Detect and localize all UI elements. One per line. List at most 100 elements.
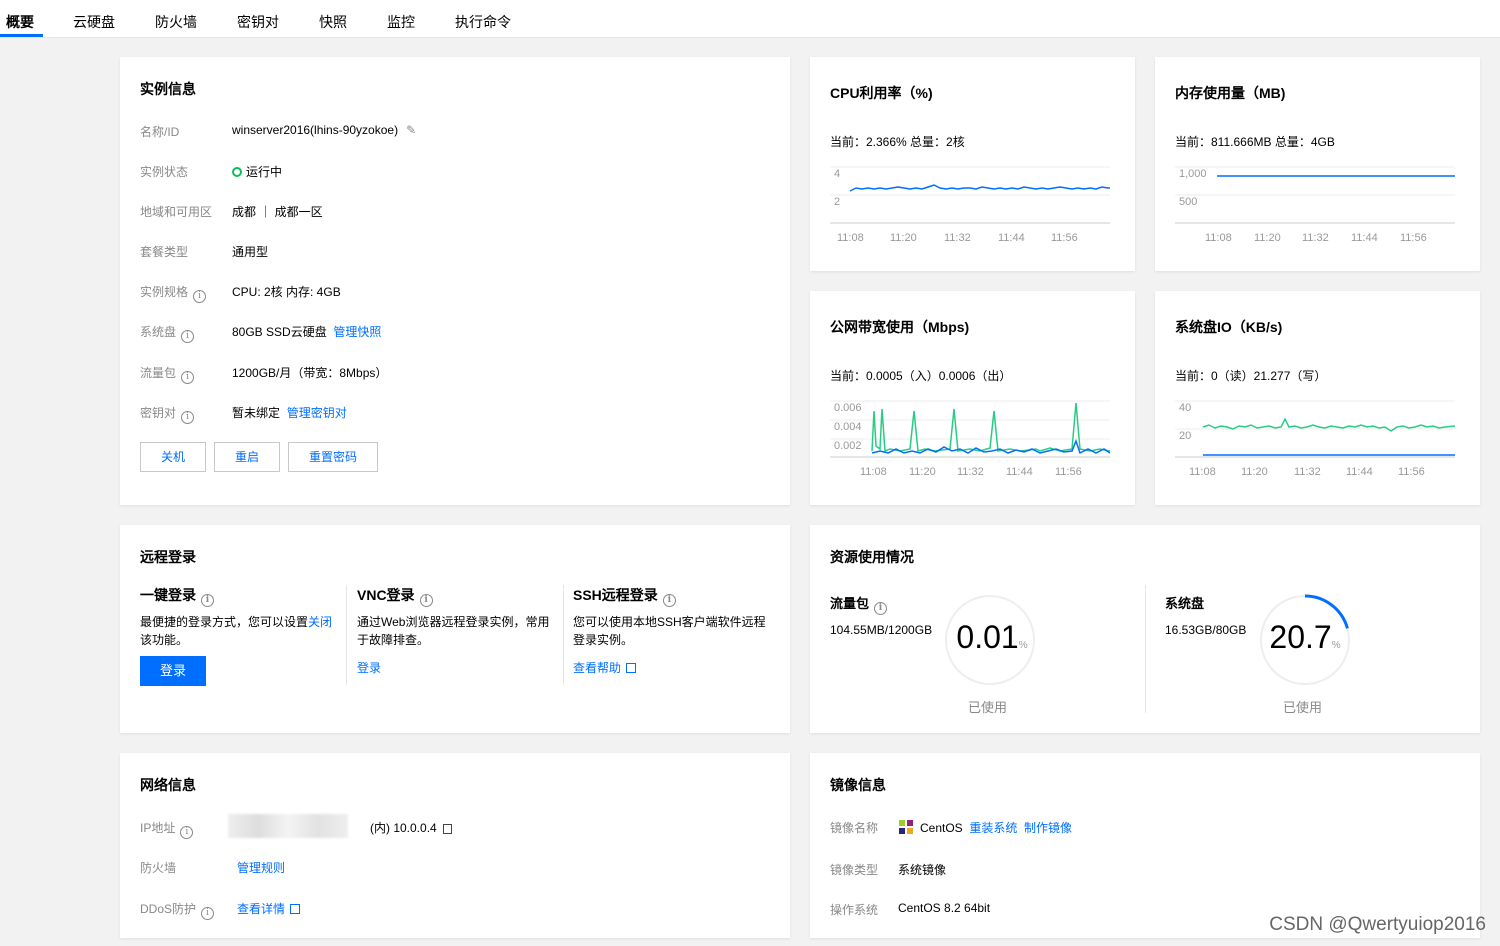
one-click-title: 一键登录 bbox=[140, 587, 196, 603]
ip-row: IP地址 i (内) 10.0.0.4 bbox=[140, 814, 770, 839]
info-icon[interactable]: i bbox=[419, 594, 433, 607]
info-icon[interactable]: i bbox=[181, 371, 195, 384]
plan-label: 套餐类型 bbox=[140, 245, 189, 259]
info-icon[interactable]: i bbox=[874, 602, 888, 615]
disk-used-label: 已使用 bbox=[1283, 700, 1323, 715]
resource-title: 资源使用情况 bbox=[830, 549, 914, 565]
info-icon[interactable]: i bbox=[181, 330, 195, 343]
x-tick: 11:08 bbox=[860, 466, 887, 478]
disk-percent: 20.7% bbox=[1265, 619, 1345, 656]
info-icon[interactable]: i bbox=[201, 594, 214, 607]
manage-snapshot-link[interactable]: 管理快照 bbox=[333, 325, 381, 339]
tab-snapshot[interactable]: 快照 bbox=[319, 12, 347, 32]
info-icon[interactable]: i bbox=[193, 290, 207, 303]
info-icon[interactable]: i bbox=[201, 907, 215, 920]
info-icon[interactable]: i bbox=[181, 411, 195, 424]
os-value: CentOS 8.2 64bit bbox=[898, 901, 991, 915]
ssh-desc: 您可以使用本地SSH客户端软件远程登录实例。 bbox=[573, 615, 766, 647]
one-click-login-button[interactable]: 登录 bbox=[140, 656, 206, 686]
y-tick: 0.004 bbox=[834, 421, 862, 433]
reinstall-system-link[interactable]: 重装系统 bbox=[969, 821, 1017, 835]
bandwidth-card: 公网带宽使用（Mbps) 当前：0.0005（入）0.0006（出） 0.006… bbox=[810, 291, 1135, 505]
restart-button[interactable]: 重启 bbox=[214, 442, 280, 472]
bandwidth-chart: 0.006 0.004 0.002 11:08 11:20 11:32 11:4… bbox=[830, 400, 1111, 478]
network-title: 网络信息 bbox=[140, 777, 196, 793]
x-tick: 11:56 bbox=[1051, 232, 1078, 244]
x-tick: 11:20 bbox=[1241, 466, 1268, 478]
x-tick: 11:44 bbox=[1006, 466, 1033, 478]
cpu-chart: 4 2 11:08 11:20 11:32 11:44 11:56 bbox=[830, 166, 1110, 244]
watermark: CSDN @Qwertyuiop2016 bbox=[1269, 914, 1486, 935]
y-tick: 0.002 bbox=[834, 440, 862, 452]
one-click-desc: 最便捷的登录方式，您可以设置 bbox=[140, 615, 309, 629]
edit-icon[interactable]: ✎ bbox=[406, 123, 416, 137]
network-info-card: 网络信息 IP地址 i (内) 10.0.0.4 防火墙 管理规则 DDoS防护 i… bbox=[120, 753, 790, 938]
copy-icon[interactable] bbox=[442, 824, 452, 834]
x-tick: 11:20 bbox=[909, 466, 936, 478]
disk-io-card: 系统盘IO（KB/s) 当前：0（读）21.277（写） 40 20 11:08… bbox=[1155, 291, 1480, 505]
info-icon[interactable]: i bbox=[662, 594, 676, 607]
x-tick: 11:56 bbox=[1400, 232, 1427, 244]
tab-keypair[interactable]: 密钥对 bbox=[237, 12, 279, 32]
bandwidth-current: 当前：0.0005（入）0.0006（出） bbox=[830, 369, 1012, 383]
keypair-label: 密钥对 bbox=[140, 406, 177, 420]
traffic-row: 流量包 i 1200GB/月（带宽：8Mbps） bbox=[140, 364, 770, 384]
bandwidth-title: 公网带宽使用（Mbps) bbox=[830, 319, 970, 335]
name-label: 名称/ID bbox=[140, 125, 180, 139]
vnc-desc: 通过Web浏览器远程登录实例，常用于故障排查。 bbox=[357, 615, 550, 647]
reset-password-button[interactable]: 重置密码 bbox=[288, 442, 378, 472]
x-tick: 11:44 bbox=[1351, 232, 1378, 244]
ssh-help-link[interactable]: 查看帮助 bbox=[573, 659, 637, 676]
image-info-card: 镜像信息 镜像名称 CentOS 重装系统 制作镜像 镜像类型 系统镜像 操作系… bbox=[810, 753, 1480, 938]
one-click-desc-tail: 该功能。 bbox=[140, 633, 189, 647]
status-label: 实例状态 bbox=[140, 165, 189, 179]
status-row: 实例状态 运行中 bbox=[140, 163, 770, 183]
cpu-series-line bbox=[849, 184, 1110, 192]
traffic-percent-value: 0.01 bbox=[956, 619, 1019, 655]
disk-usage-title: 系统盘 bbox=[1165, 596, 1205, 611]
column-divider bbox=[346, 585, 347, 685]
disk-row: 系统盘 i 80GB SSD云硬盘 管理快照 bbox=[140, 323, 770, 343]
x-tick: 11:44 bbox=[1346, 466, 1373, 478]
image-name-label: 镜像名称 bbox=[830, 821, 879, 835]
percent-unit: % bbox=[1018, 640, 1028, 651]
plan-row: 套餐类型 通用型 bbox=[140, 243, 770, 263]
public-ip-redacted bbox=[228, 814, 348, 838]
make-image-link[interactable]: 制作镜像 bbox=[1024, 821, 1072, 835]
vnc-title: VNC登录 bbox=[357, 587, 415, 603]
x-tick: 11:08 bbox=[1189, 466, 1216, 478]
cpu-usage-card: CPU利用率（%) 当前：2.366% 总量：2核 4 2 11:08 11:2… bbox=[810, 57, 1135, 271]
active-tab-indicator bbox=[0, 34, 43, 37]
close-feature-link[interactable]: 关闭 bbox=[308, 615, 332, 629]
spec-row: 实例规格 i CPU: 2核 内存: 4GB bbox=[140, 283, 770, 303]
traffic-usage-title: 流量包 i bbox=[830, 593, 888, 615]
manage-rules-link[interactable]: 管理规则 bbox=[237, 859, 285, 876]
ddos-details-link[interactable]: 查看详情 bbox=[237, 900, 301, 917]
x-tick: 11:56 bbox=[1398, 466, 1425, 478]
image-type-label: 镜像类型 bbox=[830, 863, 879, 877]
instance-info-card: 实例信息 名称/ID winserver2016(lhins-90yzokoe)… bbox=[120, 57, 790, 505]
traffic-percent: 0.01% bbox=[952, 619, 1032, 656]
diskio-current: 当前：0（读）21.277（写） bbox=[1175, 369, 1327, 383]
vnc-login-link[interactable]: 登录 bbox=[357, 659, 381, 676]
plan-value: 通用型 bbox=[232, 245, 269, 259]
tab-monitor[interactable]: 监控 bbox=[387, 12, 415, 32]
tab-run-command[interactable]: 执行命令 bbox=[455, 12, 511, 32]
tab-overview[interactable]: 概要 bbox=[6, 12, 34, 32]
centos-logo-icon bbox=[899, 820, 913, 834]
tab-firewall[interactable]: 防火墙 bbox=[155, 12, 197, 32]
disk-label: 系统盘 bbox=[140, 325, 177, 339]
memory-title: 内存使用量（MB) bbox=[1175, 85, 1286, 101]
image-name-value: CentOS bbox=[920, 821, 963, 835]
cpu-title: CPU利用率（%) bbox=[830, 85, 933, 101]
y-tick: 0.006 bbox=[834, 402, 862, 414]
info-icon[interactable]: i bbox=[180, 826, 194, 839]
resource-usage-card: 资源使用情况 流量包 i 104.55MB/1200GB 0.01% 已使用 系统… bbox=[810, 525, 1480, 733]
shutdown-button[interactable]: 关机 bbox=[140, 442, 206, 472]
manage-keypair-link[interactable]: 管理密钥对 bbox=[287, 406, 347, 420]
tab-cloud-disk[interactable]: 云硬盘 bbox=[73, 12, 115, 32]
image-title: 镜像信息 bbox=[830, 777, 886, 793]
firewall-row: 防火墙 管理规则 bbox=[140, 859, 770, 879]
percent-unit: % bbox=[1331, 640, 1341, 651]
column-divider bbox=[1145, 585, 1146, 713]
